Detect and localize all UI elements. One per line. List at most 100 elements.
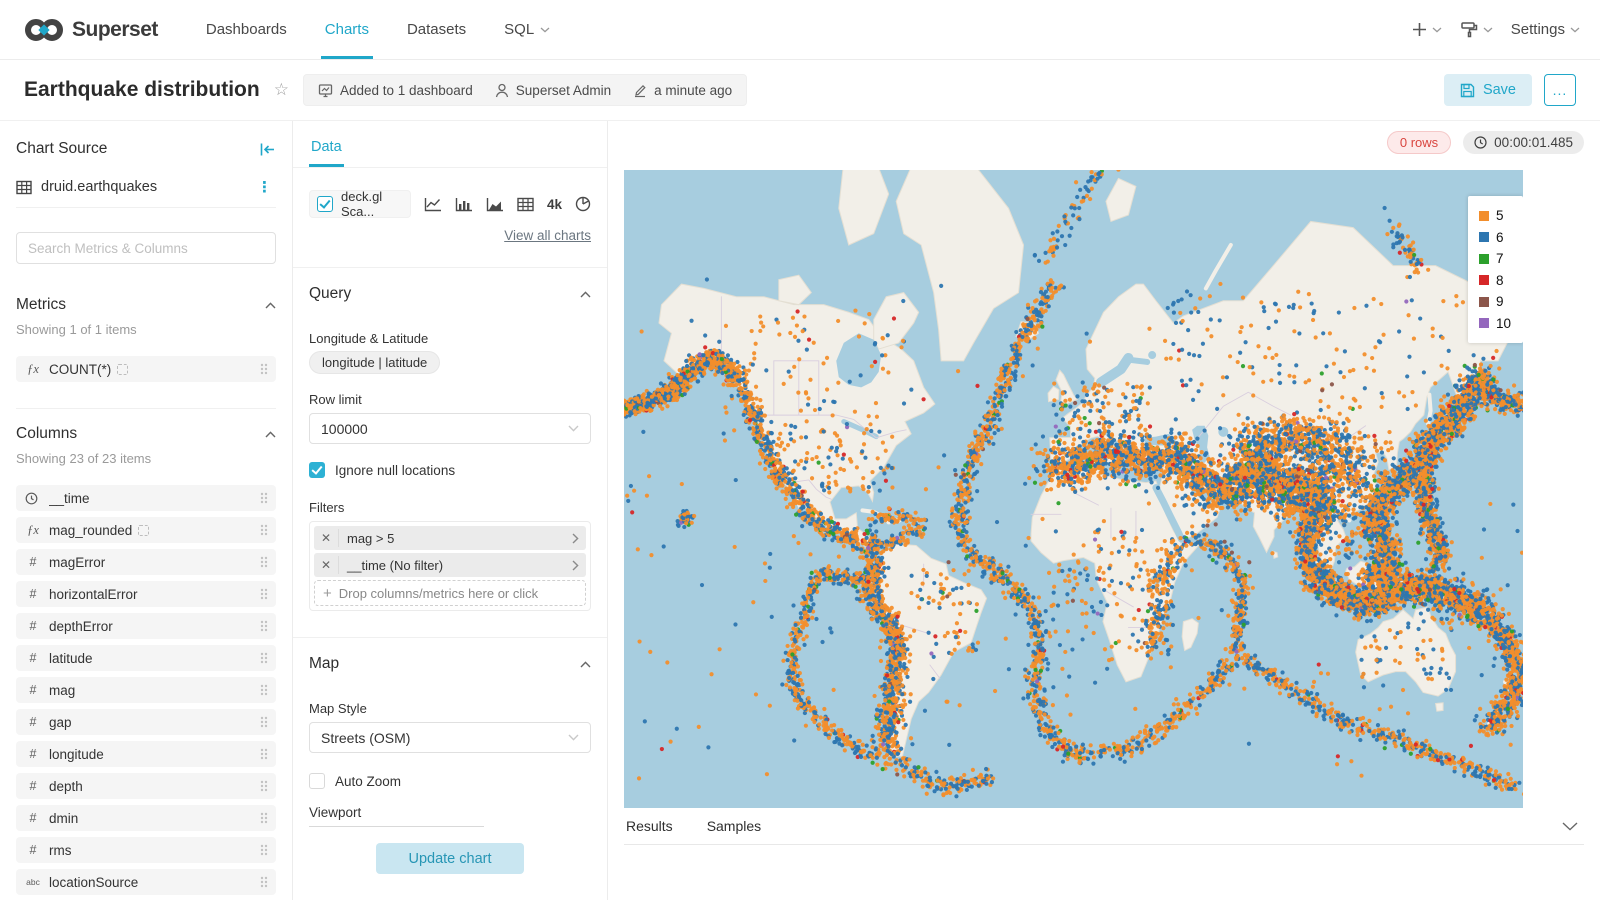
- drag-handle-icon[interactable]: [260, 524, 268, 536]
- remove-filter-icon[interactable]: ✕: [314, 558, 338, 572]
- legend-entry: 9: [1479, 291, 1511, 313]
- viz-selected-label: deck.gl Sca...: [341, 189, 400, 219]
- column-label: mag: [49, 683, 252, 698]
- chevron-up-icon[interactable]: [580, 291, 591, 298]
- column-item[interactable]: #latitude: [16, 645, 276, 671]
- tab-data[interactable]: Data: [309, 133, 344, 167]
- column-item[interactable]: #longitude: [16, 741, 276, 767]
- drag-handle-icon[interactable]: [260, 492, 268, 504]
- drag-handle-icon[interactable]: [260, 812, 268, 824]
- drag-handle-icon[interactable]: [260, 684, 268, 696]
- drag-handle-icon[interactable]: [260, 556, 268, 568]
- certified-badge-icon: [138, 525, 149, 536]
- area-chart-icon[interactable]: [486, 197, 504, 212]
- drag-handle-icon[interactable]: [260, 652, 268, 664]
- bar-chart-icon[interactable]: [455, 197, 473, 212]
- alerts-button[interactable]: [1456, 17, 1497, 42]
- last-modified-badge[interactable]: a minute ago: [633, 83, 732, 98]
- column-label: magError: [49, 555, 252, 570]
- drag-handle-icon[interactable]: [260, 620, 268, 632]
- tab-samples[interactable]: Samples: [707, 818, 761, 834]
- collapse-panel-icon[interactable]: [259, 142, 276, 157]
- deckgl-scatter-map[interactable]: 5678910: [624, 170, 1523, 808]
- column-item[interactable]: #rms: [16, 837, 276, 863]
- tab-results[interactable]: Results: [626, 818, 673, 834]
- filter-pill[interactable]: ✕mag > 5: [314, 526, 586, 550]
- chevron-up-icon[interactable]: [580, 661, 591, 668]
- table-chart-icon[interactable]: [517, 197, 534, 212]
- superset-logo[interactable]: Superset: [24, 17, 158, 43]
- expand-filter-icon[interactable]: [564, 560, 586, 571]
- owner-badge[interactable]: Superset Admin: [495, 83, 611, 98]
- column-item[interactable]: #horizontalError: [16, 581, 276, 607]
- collapse-results-icon[interactable]: [1558, 818, 1582, 835]
- settings-menu[interactable]: Settings: [1507, 17, 1584, 42]
- dataset-row[interactable]: druid.earthquakes ⋮: [16, 167, 276, 207]
- line-chart-icon[interactable]: [424, 197, 442, 212]
- nav-item-sql[interactable]: SQL: [504, 0, 550, 59]
- drag-handle-icon[interactable]: [260, 876, 268, 888]
- drag-handle-icon[interactable]: [260, 780, 268, 792]
- column-item[interactable]: #mag: [16, 677, 276, 703]
- fx-type-icon: ƒx: [25, 523, 41, 538]
- big-number-icon[interactable]: 4k: [547, 197, 562, 212]
- dataset-menu-icon[interactable]: ⋮: [253, 178, 276, 196]
- dashboards-badge[interactable]: Added to 1 dashboard: [318, 83, 473, 98]
- column-item[interactable]: #magError: [16, 549, 276, 575]
- drag-handle-icon[interactable]: [260, 748, 268, 760]
- auto-zoom-checkbox[interactable]: [309, 773, 325, 789]
- remove-filter-icon[interactable]: ✕: [314, 531, 338, 545]
- query-section-title[interactable]: Query: [309, 285, 351, 303]
- drag-handle-icon[interactable]: [260, 588, 268, 600]
- metric-item[interactable]: ƒxCOUNT(*): [16, 356, 276, 382]
- column-item[interactable]: #dmin: [16, 805, 276, 831]
- column-item[interactable]: #depth: [16, 773, 276, 799]
- pie-chart-icon[interactable]: [575, 196, 591, 212]
- filters-drop-zone[interactable]: + Drop columns/metrics here or click: [314, 580, 586, 606]
- column-item[interactable]: __time: [16, 485, 276, 511]
- chart-source-title: Chart Source: [16, 140, 107, 158]
- map-section-title[interactable]: Map: [309, 655, 339, 673]
- auto-zoom-checkbox-row[interactable]: Auto Zoom: [309, 773, 591, 789]
- nav-item-datasets[interactable]: Datasets: [407, 0, 466, 59]
- save-disk-icon: [1460, 83, 1475, 98]
- row-limit-select[interactable]: 100000: [309, 413, 591, 444]
- ignore-null-checkbox[interactable]: [309, 462, 325, 478]
- save-button-label: Save: [1483, 82, 1516, 98]
- map-style-select[interactable]: Streets (OSM): [309, 722, 591, 753]
- view-all-charts-link[interactable]: View all charts: [504, 228, 591, 243]
- save-button[interactable]: Save: [1444, 74, 1532, 106]
- chevron-down-icon: [568, 734, 579, 741]
- clock-icon: [1474, 136, 1487, 149]
- new-item-button[interactable]: [1408, 18, 1446, 41]
- chevron-up-icon[interactable]: [265, 431, 276, 438]
- search-input[interactable]: [16, 232, 276, 264]
- nav-item-label: SQL: [504, 21, 534, 38]
- settings-label: Settings: [1511, 21, 1565, 38]
- lonlat-value-pill[interactable]: longitude | latitude: [309, 351, 440, 374]
- map-legend: 5678910: [1468, 196, 1523, 343]
- nav-menu: Dashboards Charts Datasets SQL: [206, 0, 550, 59]
- legend-swatch: [1479, 232, 1489, 242]
- nav-item-charts[interactable]: Charts: [325, 0, 369, 59]
- viz-type-selected[interactable]: deck.gl Sca...: [309, 190, 411, 218]
- metrics-title[interactable]: Metrics: [16, 296, 66, 314]
- column-item[interactable]: #depthError: [16, 613, 276, 639]
- column-item[interactable]: #gap: [16, 709, 276, 735]
- viewport-collapsible[interactable]: Viewport: [309, 805, 484, 827]
- ignore-null-checkbox-row[interactable]: Ignore null locations: [309, 462, 591, 478]
- column-item[interactable]: abclocationSource: [16, 869, 276, 895]
- favorite-star-icon[interactable]: ☆: [274, 80, 289, 100]
- filter-pill[interactable]: ✕__time (No filter): [314, 553, 586, 577]
- expand-filter-icon[interactable]: [564, 533, 586, 544]
- drag-handle-icon[interactable]: [260, 363, 268, 375]
- column-item[interactable]: ƒxmag_rounded: [16, 517, 276, 543]
- nav-item-dashboards[interactable]: Dashboards: [206, 0, 287, 59]
- map-canvas[interactable]: [624, 170, 1523, 808]
- drag-handle-icon[interactable]: [260, 716, 268, 728]
- update-chart-button[interactable]: Update chart: [376, 843, 523, 874]
- columns-title[interactable]: Columns: [16, 425, 77, 443]
- more-options-button[interactable]: ...: [1544, 74, 1576, 106]
- drag-handle-icon[interactable]: [260, 844, 268, 856]
- chevron-up-icon[interactable]: [265, 302, 276, 309]
